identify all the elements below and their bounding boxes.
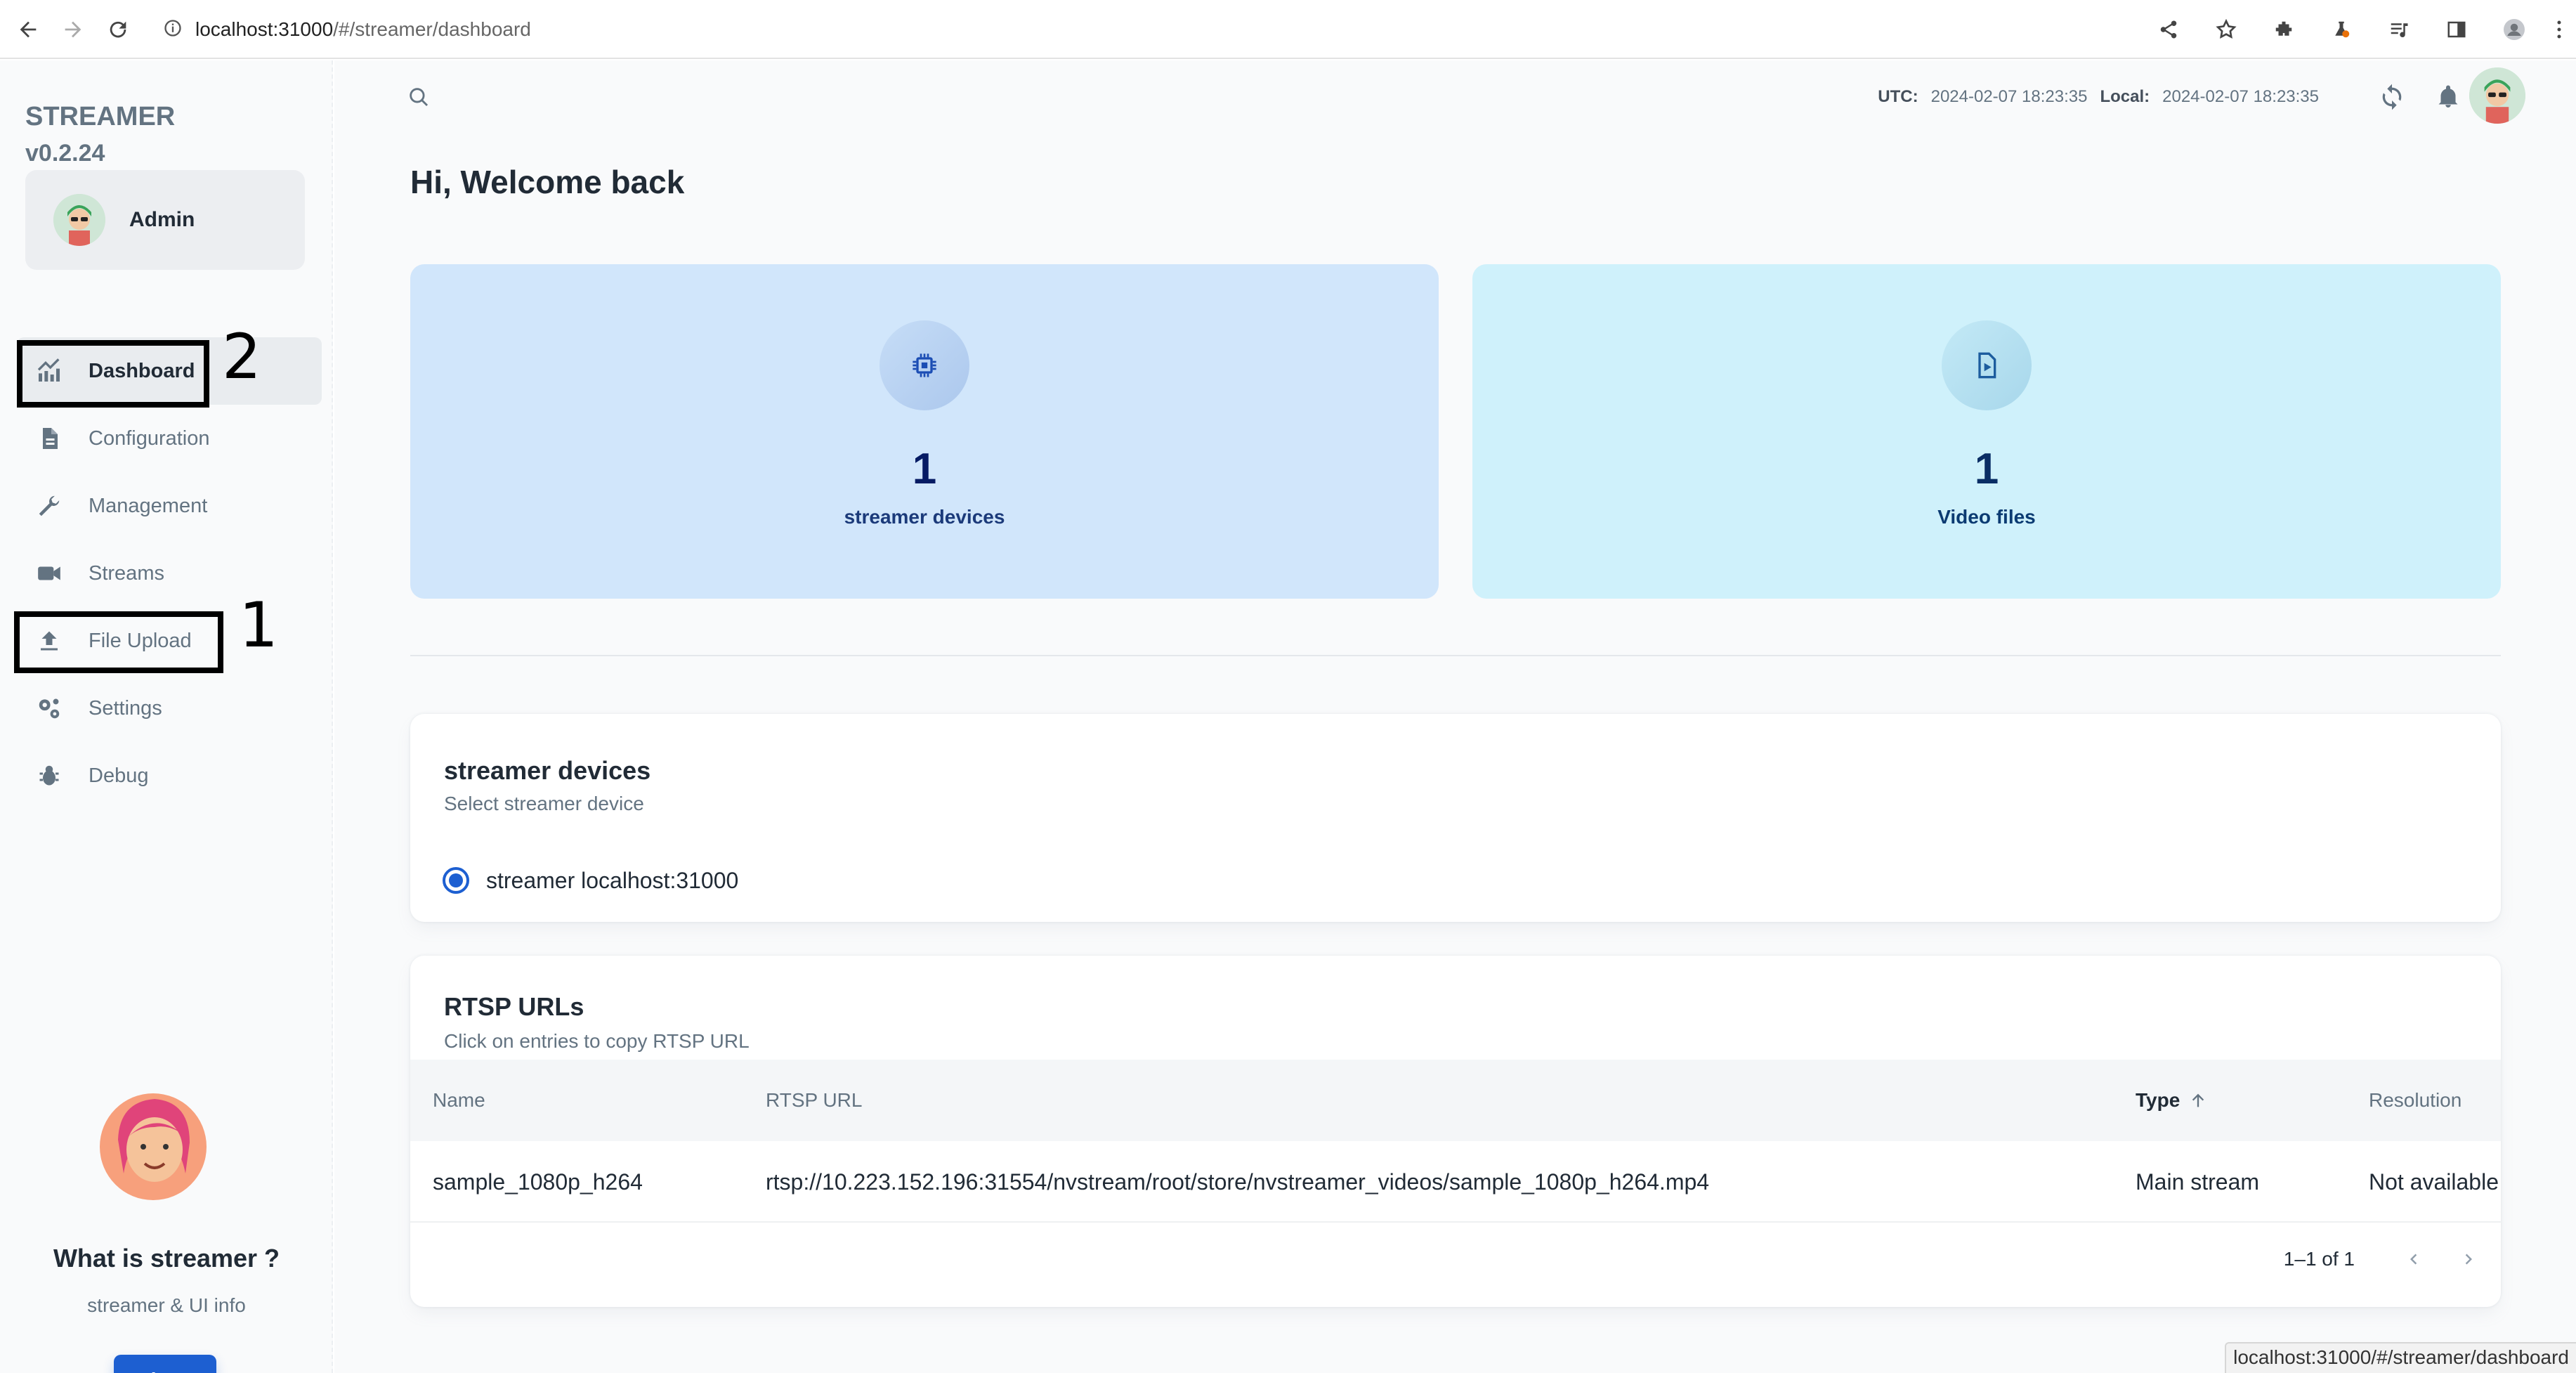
- sidebar-item-label: Streams: [89, 561, 164, 585]
- user-card[interactable]: Admin: [25, 170, 305, 270]
- bug-icon: [34, 760, 65, 791]
- account-avatar[interactable]: [2469, 67, 2525, 124]
- reload-icon[interactable]: [98, 10, 138, 49]
- promo-title: What is streamer ?: [53, 1244, 280, 1273]
- chip-icon: [880, 320, 969, 410]
- notification-bell-icon[interactable]: [2426, 74, 2471, 119]
- device-option-label[interactable]: streamer localhost:31000: [486, 868, 738, 894]
- share-icon[interactable]: [2149, 10, 2188, 49]
- annotation-box-dashboard: [17, 340, 209, 408]
- video-camera-icon: [34, 558, 65, 589]
- lab-flask-icon[interactable]: [2322, 10, 2361, 49]
- stat-label: Video files: [1937, 506, 2036, 528]
- document-icon: [34, 423, 65, 454]
- local-time: 2024-02-07 18:23:35: [2162, 87, 2319, 106]
- annotation-number-dashboard: 2: [222, 320, 261, 393]
- pagination: 1–1 of 1: [2284, 1223, 2501, 1296]
- promo-illustration: [98, 1089, 208, 1202]
- media-queue-icon[interactable]: [2379, 10, 2419, 49]
- local-label: Local:: [2100, 87, 2150, 106]
- column-header-rtsp-url[interactable]: RTSP URL: [766, 1060, 862, 1141]
- sidebar-item-label: Configuration: [89, 427, 210, 450]
- column-header-type[interactable]: Type: [2136, 1060, 2208, 1141]
- clock-display: UTC: 2024-02-07 18:23:35 Local: 2024-02-…: [1878, 82, 2319, 112]
- cell-name[interactable]: sample_1080p_h264: [433, 1141, 643, 1223]
- wrench-icon: [34, 490, 65, 521]
- stat-card-devices: 1 streamer devices: [410, 264, 1439, 599]
- search-icon[interactable]: [399, 77, 438, 117]
- sidebar-item-label: Settings: [89, 696, 162, 720]
- table-header: Name RTSP URL Type Resolution: [410, 1060, 2501, 1141]
- stat-label: streamer devices: [844, 506, 1005, 528]
- address-bar[interactable]: localhost:31000/#/streamer/dashboard: [149, 8, 2172, 51]
- back-icon[interactable]: [8, 10, 48, 49]
- video-file-icon: [1942, 320, 2032, 410]
- avatar: [53, 194, 105, 246]
- link-status-bar: localhost:31000/#/streamer/dashboard: [2225, 1342, 2576, 1373]
- cell-resolution[interactable]: Not available: [2369, 1141, 2499, 1223]
- rtsp-panel: RTSP URLs Click on entries to copy RTSP …: [410, 956, 2501, 1307]
- sidebar-item-configuration[interactable]: Configuration: [17, 405, 322, 472]
- browser-menu-icon[interactable]: [2552, 10, 2566, 49]
- annotation-box-file-upload: [14, 611, 223, 673]
- sidebar-nav: Dashboard Configuration Management Strea…: [17, 337, 322, 809]
- side-panel-icon[interactable]: [2437, 10, 2476, 49]
- bookmark-star-icon[interactable]: [2206, 10, 2246, 49]
- device-radio[interactable]: [443, 867, 469, 894]
- browser-toolbar: localhost:31000/#/streamer/dashboard: [0, 0, 2576, 59]
- profile-icon[interactable]: [2495, 10, 2534, 49]
- extensions-icon[interactable]: [2264, 10, 2303, 49]
- cell-type[interactable]: Main stream: [2136, 1141, 2259, 1223]
- main-content: UTC: 2024-02-07 18:23:35 Local: 2024-02-…: [334, 60, 2576, 1373]
- sidebar: STREAMER v0.2.24 Admin Dashboard Configu…: [0, 60, 333, 1373]
- table-row[interactable]: sample_1080p_h264 rtsp://10.223.152.196:…: [410, 1141, 2501, 1223]
- sidebar-item-management[interactable]: Management: [17, 472, 322, 540]
- previous-page-icon[interactable]: [2391, 1237, 2436, 1282]
- site-info-icon[interactable]: [163, 18, 183, 41]
- utc-label: UTC:: [1878, 87, 1918, 106]
- sidebar-item-label: Management: [89, 494, 208, 517]
- brand: STREAMER v0.2.24: [25, 98, 175, 171]
- stat-value: 1: [1974, 445, 1999, 493]
- next-page-icon[interactable]: [2446, 1237, 2491, 1282]
- device-option[interactable]: streamer localhost:31000: [443, 867, 738, 894]
- devices-panel: streamer devices Select streamer device …: [410, 714, 2501, 922]
- gears-icon: [34, 693, 65, 724]
- devices-panel-title: streamer devices: [444, 756, 651, 785]
- brand-name: STREAMER: [25, 102, 176, 131]
- cell-rtsp-url[interactable]: rtsp://10.223.152.196:31554/nvstream/roo…: [766, 1141, 1709, 1223]
- url-host: localhost:31000: [195, 18, 334, 40]
- sidebar-item-debug[interactable]: Debug: [17, 742, 322, 809]
- stat-card-video-files: 1 Video files: [1472, 264, 2501, 599]
- sidebar-item-label: Debug: [89, 764, 149, 787]
- page-title: Hi, Welcome back: [410, 164, 685, 200]
- forward-icon[interactable]: [53, 10, 93, 49]
- rtsp-panel-subtitle: Click on entries to copy RTSP URL: [444, 1030, 750, 1052]
- pagination-range: 1–1 of 1: [2283, 1248, 2355, 1270]
- annotation-number-file-upload: 1: [239, 589, 278, 661]
- divider: [410, 655, 2501, 656]
- rtsp-panel-title: RTSP URLs: [444, 992, 584, 1021]
- column-header-type-label: Type: [2136, 1089, 2181, 1111]
- url-text: localhost:31000/#/streamer/dashboard: [195, 18, 531, 41]
- sort-ascending-icon[interactable]: [2188, 1091, 2208, 1110]
- refresh-icon[interactable]: [2369, 74, 2414, 119]
- stat-value: 1: [912, 445, 937, 493]
- utc-time: 2024-02-07 18:23:35: [1930, 87, 2088, 106]
- promo-subtitle: streamer & UI info: [87, 1294, 246, 1316]
- user-name: Admin: [129, 208, 195, 231]
- column-header-name[interactable]: Name: [433, 1060, 485, 1141]
- url-path: /#/streamer/dashboard: [333, 18, 531, 40]
- sidebar-item-settings[interactable]: Settings: [17, 675, 322, 742]
- about-button[interactable]: About: [114, 1355, 216, 1373]
- devices-panel-subtitle: Select streamer device: [444, 793, 644, 814]
- app-version: v0.2.24: [25, 140, 105, 167]
- column-header-resolution[interactable]: Resolution: [2369, 1060, 2461, 1141]
